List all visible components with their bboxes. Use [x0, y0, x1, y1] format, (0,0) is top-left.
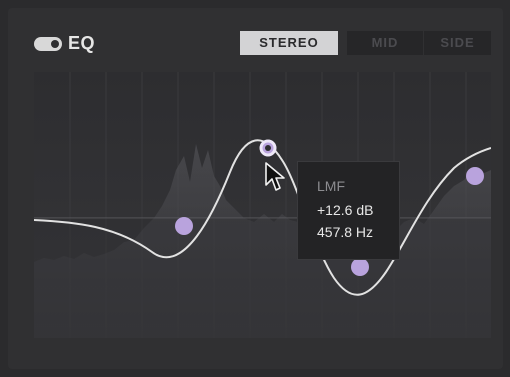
side-mode-button[interactable]: SIDE: [424, 31, 491, 55]
eq-toggle-switch[interactable]: [34, 37, 62, 51]
toggle-knob: [51, 40, 59, 48]
eq-panel: EQ STEREO MID SIDE LMF +12.6 dB 457.8 Hz: [8, 8, 503, 369]
band-tooltip: LMF +12.6 dB 457.8 Hz: [297, 161, 400, 260]
band-node-high[interactable]: [466, 167, 484, 185]
lower-shade: [34, 218, 491, 338]
band-frequency: 457.8 Hz: [317, 224, 374, 240]
eq-display[interactable]: LMF +12.6 dB 457.8 Hz: [34, 72, 491, 338]
band-node-lmf-center: [265, 145, 271, 151]
eq-header: EQ STEREO MID SIDE: [8, 8, 503, 68]
mouse-pointer-icon: [265, 162, 285, 191]
stereo-mode-button[interactable]: STEREO: [240, 31, 338, 55]
band-name: LMF: [317, 178, 345, 194]
band-node-low[interactable]: [175, 217, 193, 235]
band-gain: +12.6 dB: [317, 202, 374, 218]
mid-mode-button[interactable]: MID: [347, 31, 423, 55]
eq-graph[interactable]: [34, 72, 491, 338]
eq-title: EQ: [68, 33, 96, 53]
band-node-hmf[interactable]: [351, 258, 369, 276]
